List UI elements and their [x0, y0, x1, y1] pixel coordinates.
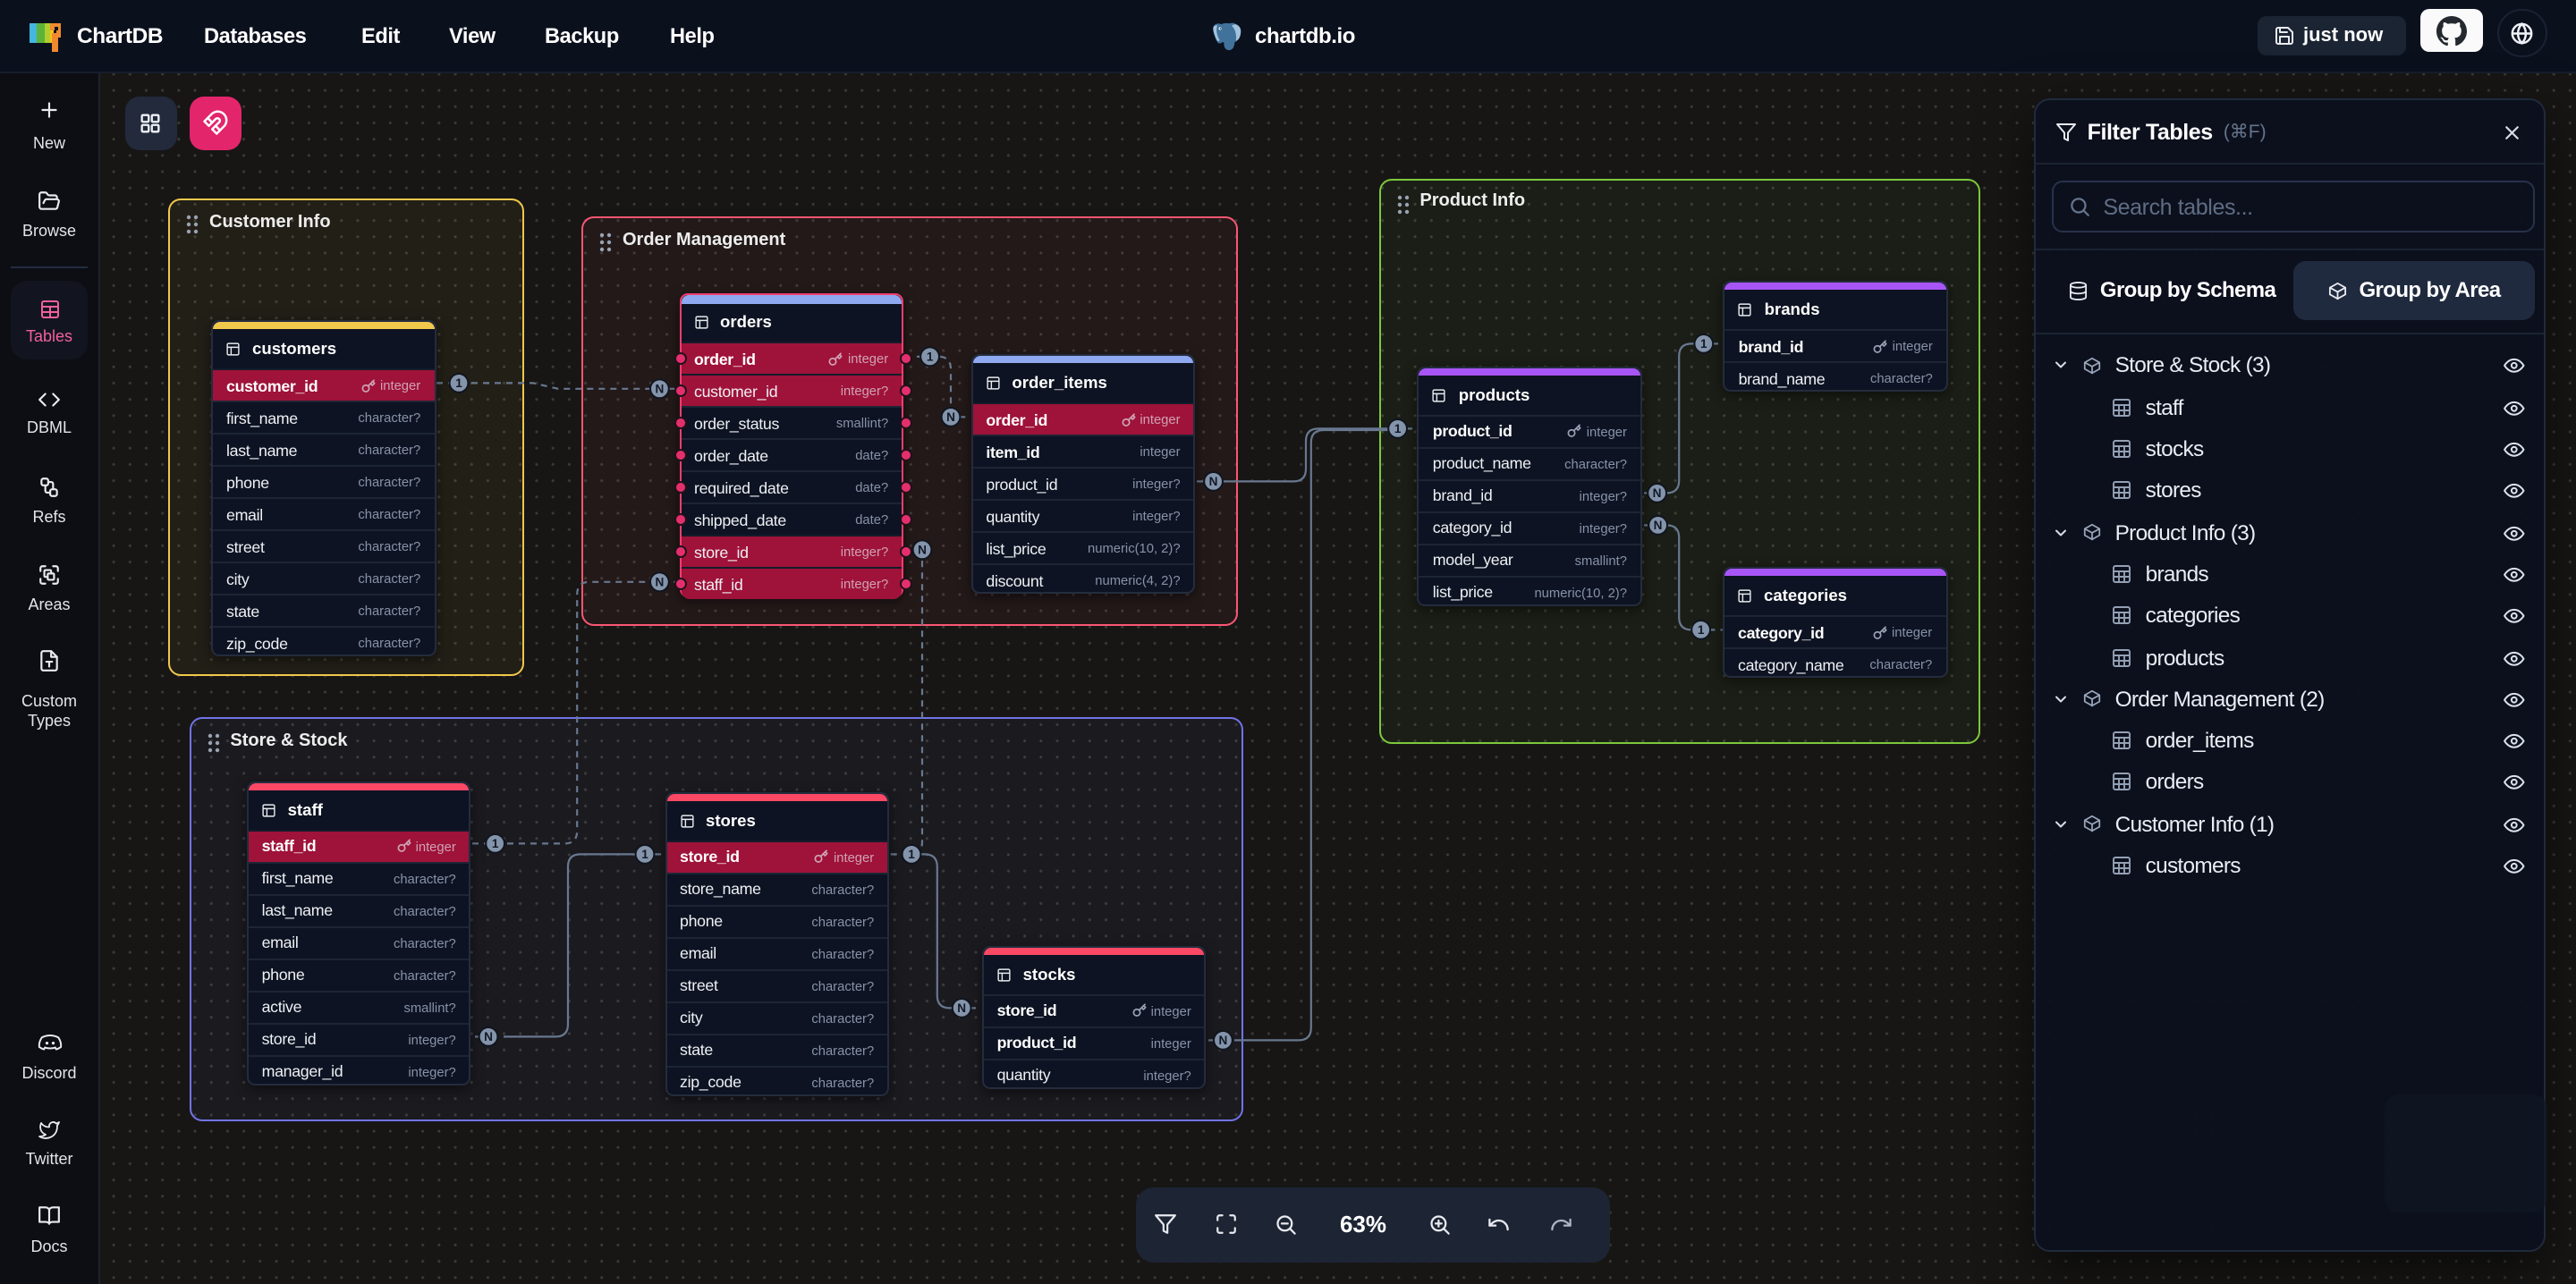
svg-text:N: N [1218, 1034, 1227, 1047]
svg-text:1: 1 [908, 848, 915, 861]
svg-text:1: 1 [455, 376, 462, 390]
svg-text:N: N [655, 383, 664, 396]
svg-text:1: 1 [1700, 337, 1707, 351]
svg-text:N: N [1209, 475, 1218, 488]
svg-text:N: N [1654, 519, 1663, 532]
svg-text:1: 1 [492, 837, 499, 850]
svg-text:1: 1 [641, 848, 648, 861]
svg-text:1: 1 [927, 351, 934, 364]
svg-text:N: N [1653, 486, 1662, 500]
svg-text:N: N [957, 1001, 966, 1015]
svg-text:N: N [484, 1030, 493, 1043]
svg-text:1: 1 [1394, 422, 1402, 435]
svg-text:N: N [918, 544, 927, 557]
svg-text:1: 1 [1698, 623, 1705, 637]
svg-text:N: N [655, 576, 664, 589]
svg-text:N: N [946, 410, 955, 424]
